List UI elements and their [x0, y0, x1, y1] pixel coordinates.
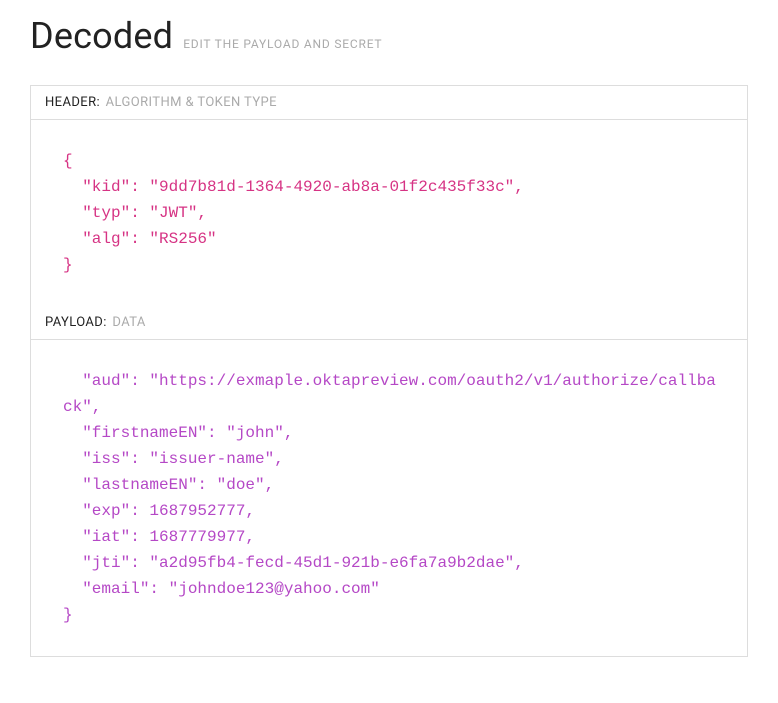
payload-label: PAYLOAD: — [45, 315, 107, 330]
header-section-title: HEADER: ALGORITHM & TOKEN TYPE — [31, 86, 747, 120]
payload-section-title: PAYLOAD: DATA — [31, 306, 747, 340]
page-subtitle: EDIT THE PAYLOAD AND SECRET — [183, 37, 382, 51]
payload-sublabel: DATA — [112, 315, 145, 330]
header-label: HEADER: — [45, 95, 100, 110]
payload-code-editor[interactable]: "aud": "https://exmaple.oktapreview.com/… — [31, 340, 747, 656]
page-title: Decoded — [30, 15, 173, 57]
header-sublabel: ALGORITHM & TOKEN TYPE — [106, 95, 277, 110]
header-code-editor[interactable]: { "kid": "9dd7b81d-1364-4920-ab8a-01f2c4… — [31, 120, 747, 306]
decoded-panel: HEADER: ALGORITHM & TOKEN TYPE { "kid": … — [30, 85, 748, 657]
payload-section: PAYLOAD: DATA "aud": "https://exmaple.ok… — [31, 306, 747, 656]
page-heading: Decoded EDIT THE PAYLOAD AND SECRET — [30, 15, 748, 57]
header-section: HEADER: ALGORITHM & TOKEN TYPE { "kid": … — [31, 86, 747, 306]
